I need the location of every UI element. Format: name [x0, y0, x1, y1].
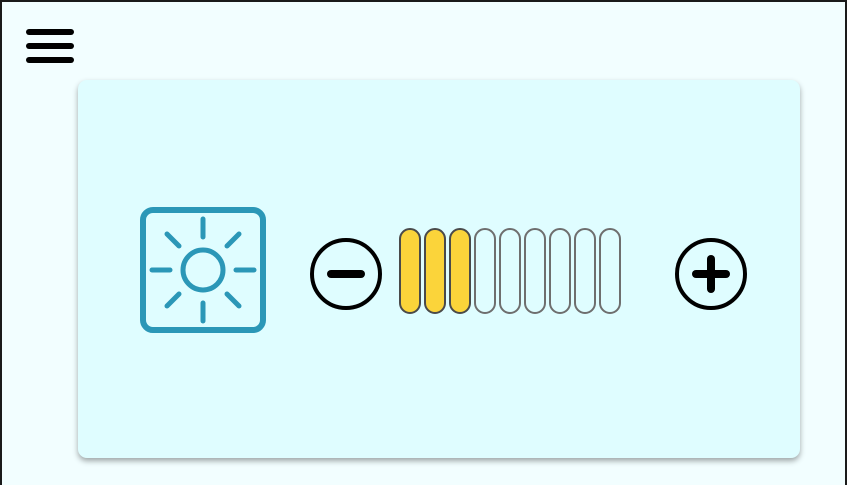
app-window: [0, 0, 847, 485]
brightness-level-segment[interactable]: [474, 228, 496, 314]
minus-circle-icon: [310, 238, 382, 310]
sun-icon: [140, 207, 266, 333]
menu-button[interactable]: [26, 28, 74, 68]
brightness-setting-button[interactable]: [140, 207, 266, 333]
brightness-panel: [78, 80, 800, 458]
brightness-level-segment[interactable]: [574, 228, 596, 314]
brightness-level-segment[interactable]: [499, 228, 521, 314]
decrease-brightness-button[interactable]: [308, 236, 384, 312]
brightness-level-segment[interactable]: [524, 228, 546, 314]
hamburger-menu-icon: [26, 29, 74, 63]
brightness-level-segment[interactable]: [399, 228, 421, 314]
plus-circle-icon: [675, 238, 747, 310]
brightness-level-segment[interactable]: [449, 228, 471, 314]
brightness-level-bar[interactable]: [399, 228, 621, 317]
brightness-level-segment[interactable]: [549, 228, 571, 314]
brightness-level-segment[interactable]: [599, 228, 621, 314]
brightness-level-segment[interactable]: [424, 228, 446, 314]
increase-brightness-button[interactable]: [673, 236, 749, 312]
